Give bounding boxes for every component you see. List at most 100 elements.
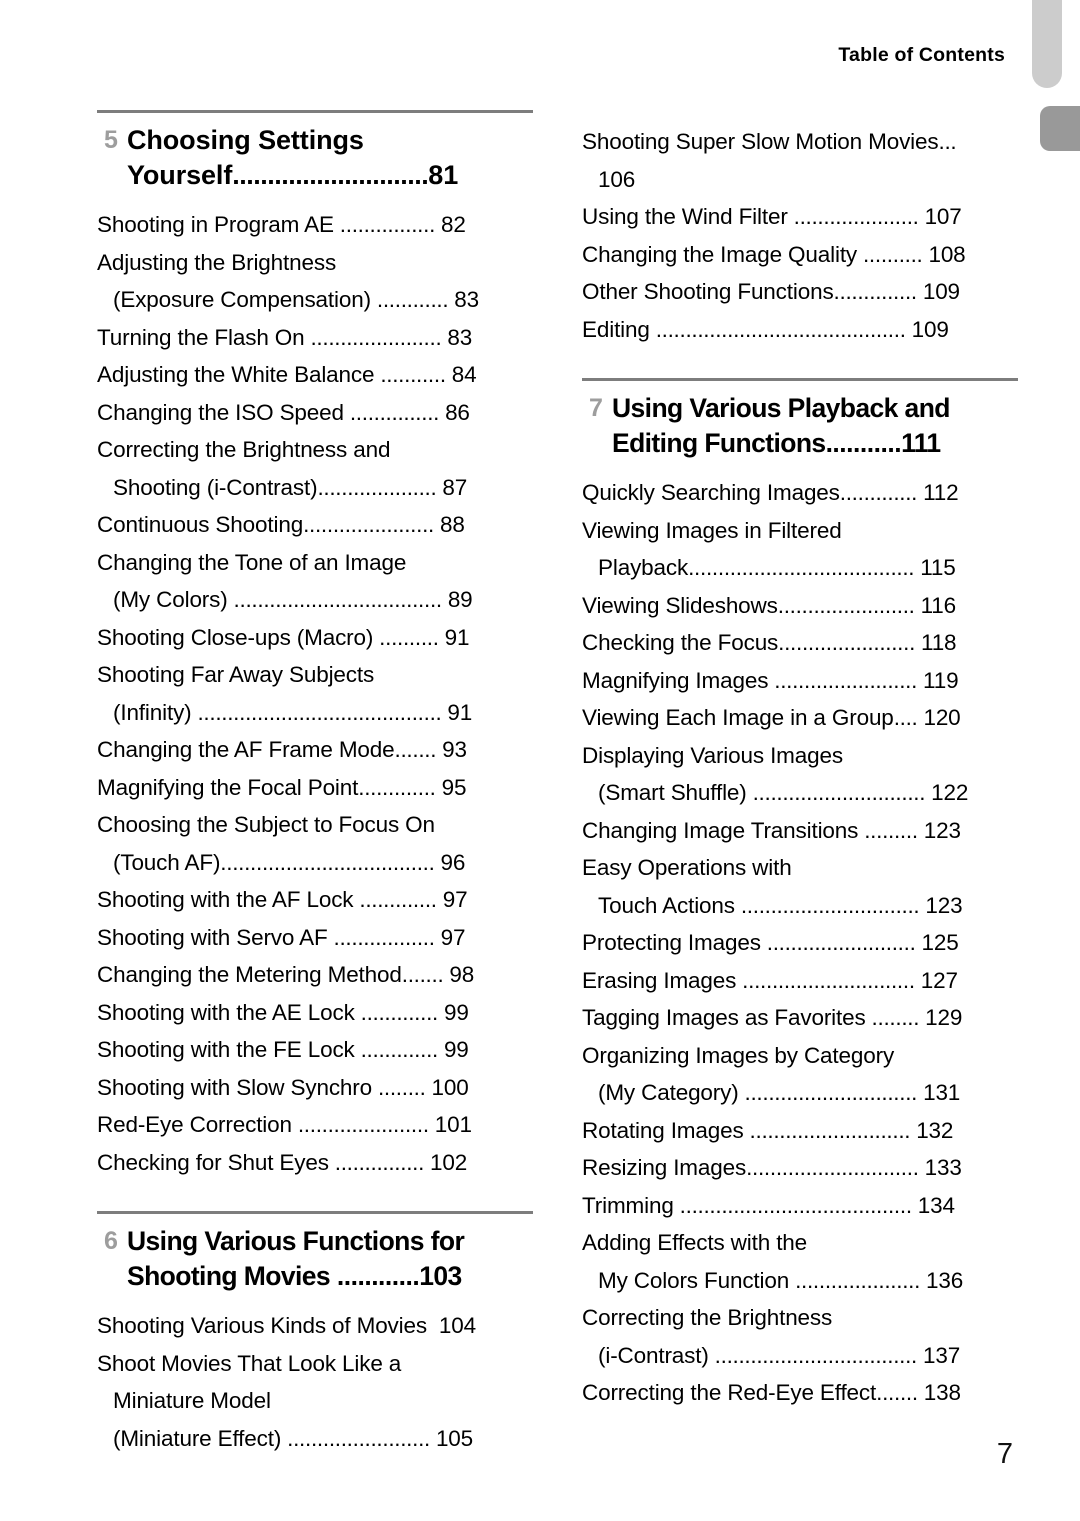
chapter-heading[interactable]: 7 Using Various Playback and Editing Funct…: [582, 378, 1018, 461]
toc-entry[interactable]: Magnifying the Focal Point............. …: [97, 769, 533, 807]
toc-entry[interactable]: Easy Operations with Touch Actions ......…: [582, 849, 1018, 924]
chapter-title: Choosing Settings Yourself...............…: [127, 123, 533, 193]
toc-entry-page-number: 88: [439, 512, 465, 537]
toc-entry[interactable]: Correcting the Brightness (i-Contrast) ..…: [582, 1299, 1018, 1374]
toc-entry-page-number: 96: [440, 849, 466, 875]
toc-entry[interactable]: Trimming ...............................…: [582, 1187, 1018, 1225]
toc-entry-continuation: (My Colors) ............................…: [97, 581, 533, 619]
toc-entry-line: Choosing the Subject to Focus On: [97, 806, 533, 844]
toc-entry[interactable]: Changing the Image Quality .......... 10…: [582, 236, 1018, 274]
toc-entry[interactable]: Adding Effects with the My Colors Functio…: [582, 1224, 1018, 1299]
toc-entry[interactable]: Editing ................................…: [582, 311, 1018, 349]
toc-leader-dots: .............................: [746, 1155, 925, 1180]
toc-entry-label: Magnifying the Focal Point: [97, 774, 359, 800]
toc-leader-dots: ......................: [291, 1112, 435, 1137]
toc-entry-line: Protecting Images ......................…: [582, 924, 1018, 962]
toc-entry-continuation: My Colors Function .....................…: [582, 1262, 1018, 1300]
toc-entry-page-number: 131: [923, 1080, 961, 1105]
toc-entry-page-number: 125: [921, 930, 959, 955]
toc-entry-page-number: 89: [447, 587, 473, 612]
toc-entry-page-number: 132: [916, 1117, 954, 1143]
toc-entry-continuation: (Infinity) .............................…: [97, 694, 533, 732]
toc-entry[interactable]: Correcting the Brightness and Shooting (i…: [97, 431, 533, 506]
toc-entry[interactable]: Continuous Shooting.....................…: [97, 506, 533, 544]
chapter-title: Using Various Playback and Editing Functi…: [612, 391, 1018, 461]
toc-leader-dots: .........: [858, 817, 924, 843]
toc-entry-label: Red-Eye Correction: [97, 1112, 292, 1137]
toc-entry[interactable]: Erasing Images .........................…: [582, 962, 1018, 1000]
toc-entry[interactable]: Adjusting the White Balance ........... …: [97, 356, 533, 394]
toc-leader-dots: .................: [327, 924, 441, 950]
toc-entry-page-number: 100: [431, 1074, 469, 1100]
toc-entry[interactable]: Changing the AF Frame Mode....... 93: [97, 731, 533, 769]
toc-entry-line: Correcting the Brightness and: [97, 431, 533, 469]
toc-entry[interactable]: Changing the Metering Method....... 98: [97, 956, 533, 994]
toc-entry[interactable]: Shooting with the FE Lock ............. …: [97, 1031, 533, 1069]
toc-entry[interactable]: Quickly Searching Images............. 11…: [582, 474, 1018, 512]
toc-entry[interactable]: Shooting with the AE Lock ............. …: [97, 994, 533, 1032]
toc-entry[interactable]: Shooting Various Kinds of Movies 104: [97, 1307, 533, 1345]
toc-entry[interactable]: Tagging Images as Favorites ........ 129: [582, 999, 1018, 1037]
toc-entry-page-number: 136: [926, 1267, 964, 1293]
toc-entry-label: (Touch AF): [113, 849, 221, 875]
toc-leader-dots: ............: [370, 287, 455, 312]
toc-entry[interactable]: Shooting with Servo AF .................…: [97, 919, 533, 957]
toc-leader-dots: ........................................…: [191, 699, 448, 725]
toc-entry[interactable]: Resizing Images.........................…: [582, 1149, 1018, 1187]
toc-leader-dots: ...........: [374, 362, 452, 387]
toc-entry[interactable]: Shooting with Slow Synchro ........ 100: [97, 1069, 533, 1107]
toc-entry-page-number: 83: [447, 324, 473, 350]
toc-entry[interactable]: Checking for Shut Eyes ............... 1…: [97, 1144, 533, 1182]
toc-entry[interactable]: Viewing Each Image in a Group.... 120: [582, 699, 1018, 737]
chapter-title-line1: Using Various Playback and: [612, 393, 950, 423]
toc-entry-page-number: 102: [430, 1149, 468, 1175]
toc-entry-label: Changing the Metering Method: [97, 962, 402, 987]
toc-entry-label: Changing the Image Quality: [582, 241, 858, 267]
toc-entry[interactable]: Magnifying Images ......................…: [582, 662, 1018, 700]
toc-entry[interactable]: Rotating Images ........................…: [582, 1112, 1018, 1150]
toc-entry[interactable]: Protecting Images ......................…: [582, 924, 1018, 962]
toc-entry[interactable]: Changing the Tone of an Image (My Colors)…: [97, 544, 533, 619]
toc-leader-dots: ........: [372, 1074, 432, 1100]
toc-entry[interactable]: Using the Wind Filter ..................…: [582, 198, 1018, 236]
toc-entry-page-number: 138: [923, 1380, 961, 1405]
toc-entry[interactable]: Changing the ISO Speed ............... 8…: [97, 394, 533, 432]
toc-entry[interactable]: Other Shooting Functions.............. 1…: [582, 273, 1018, 311]
toc-entry-label: Shooting with Slow Synchro: [97, 1074, 372, 1100]
toc-entry-label: Viewing Each Image in a Group: [582, 705, 894, 730]
toc-entry-line: Displaying Various Images: [582, 737, 1018, 775]
toc-entry-page-number: 97: [442, 887, 468, 912]
toc-entry-label: Changing the AF Frame Mode: [97, 737, 395, 762]
chapter-leader-dots: ............: [330, 1261, 420, 1291]
toc-entry[interactable]: Correcting the Red-Eye Effect....... 138: [582, 1374, 1018, 1412]
toc-entry[interactable]: Adjusting the Brightness (Exposure Compen…: [97, 244, 533, 319]
toc-entry-label: Shooting with the AF Lock: [97, 887, 354, 912]
toc-entry[interactable]: Shooting Far Away Subjects (Infinity) ...…: [97, 656, 533, 731]
chapter-number: 7: [589, 394, 603, 422]
toc-entry[interactable]: Shooting Close-ups (Macro) .......... 91: [97, 619, 533, 657]
toc-leader-dots: ................: [333, 212, 441, 237]
toc-entry[interactable]: Choosing the Subject to Focus On (Touch A…: [97, 806, 533, 881]
toc-entry[interactable]: Shooting with the AF Lock ............. …: [97, 881, 533, 919]
toc-entry-page-number: 104: [438, 1313, 476, 1338]
toc-entry[interactable]: Viewing Images in Filtered Playback......…: [582, 512, 1018, 587]
toc-entry-line: Changing Image Transitions ......... 123: [582, 812, 1018, 850]
toc-entry[interactable]: Turning the Flash On ...................…: [97, 319, 533, 357]
toc-entry-page-number: 134: [917, 1192, 955, 1218]
chapter-heading[interactable]: 6 Using Various Functions for Shooting Mov…: [97, 1211, 533, 1294]
toc-entry[interactable]: Shooting in Program AE ................ …: [97, 206, 533, 244]
toc-entry-page-number: 91: [444, 624, 470, 650]
toc-entry-label: (My Colors): [113, 587, 228, 612]
toc-entry[interactable]: Changing Image Transitions ......... 123: [582, 812, 1018, 850]
toc-entry-label: Checking for Shut Eyes: [97, 1149, 329, 1175]
toc-entry[interactable]: Organizing Images by Category (My Categor…: [582, 1037, 1018, 1112]
toc-entry[interactable]: Red-Eye Correction .....................…: [97, 1106, 533, 1144]
toc-entry-page-number: 93: [442, 737, 467, 762]
toc-entry[interactable]: Shooting Super Slow Motion Movies... 106: [582, 123, 1018, 198]
toc-entry[interactable]: Displaying Various Images (Smart Shuffle)…: [582, 737, 1018, 812]
toc-entry[interactable]: Checking the Focus......................…: [582, 624, 1018, 662]
toc-entry[interactable]: Viewing Slideshows......................…: [582, 587, 1018, 625]
toc-entry-line: Shooting Super Slow Motion Movies...: [582, 123, 1018, 161]
chapter-heading[interactable]: 5 Choosing Settings Yourself..............…: [97, 110, 533, 193]
toc-entry-page-number: 107: [924, 204, 962, 229]
